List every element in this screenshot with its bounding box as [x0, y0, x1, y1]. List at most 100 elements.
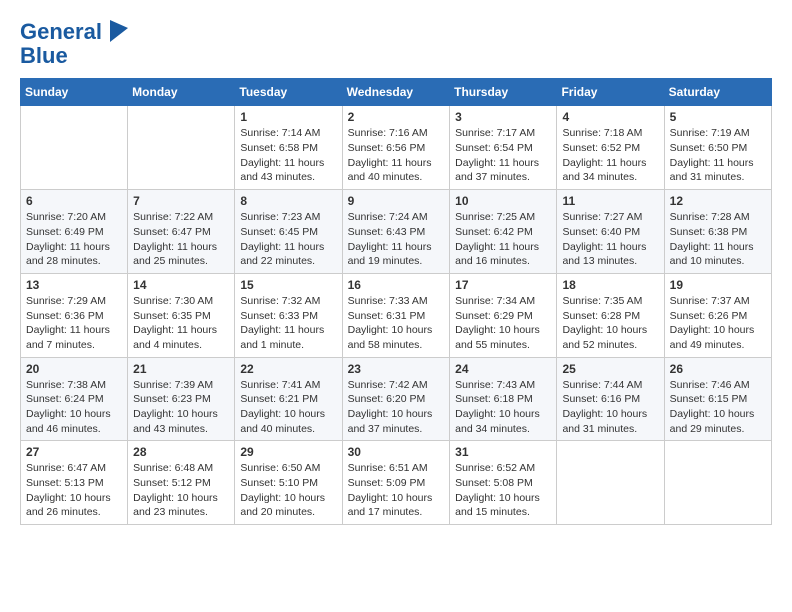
day-info: Sunrise: 7:33 AMSunset: 6:31 PMDaylight:…: [348, 294, 445, 353]
day-info: Sunrise: 7:14 AMSunset: 6:58 PMDaylight:…: [240, 126, 336, 185]
calendar-cell: 21 Sunrise: 7:39 AMSunset: 6:23 PMDayligh…: [128, 357, 235, 441]
logo-text: General Blue: [20, 20, 128, 68]
day-number: 2: [348, 110, 445, 124]
calendar-cell: 19 Sunrise: 7:37 AMSunset: 6:26 PMDayligh…: [664, 273, 771, 357]
calendar-cell: 1 Sunrise: 7:14 AMSunset: 6:58 PMDaylight…: [235, 106, 342, 190]
calendar-cell: 8 Sunrise: 7:23 AMSunset: 6:45 PMDaylight…: [235, 190, 342, 274]
day-number: 30: [348, 445, 445, 459]
day-info: Sunrise: 7:32 AMSunset: 6:33 PMDaylight:…: [240, 294, 336, 353]
weekday-header-monday: Monday: [128, 79, 235, 106]
day-info: Sunrise: 7:27 AMSunset: 6:40 PMDaylight:…: [562, 210, 658, 269]
calendar-cell: 11 Sunrise: 7:27 AMSunset: 6:40 PMDayligh…: [557, 190, 664, 274]
calendar-cell: 6 Sunrise: 7:20 AMSunset: 6:49 PMDaylight…: [21, 190, 128, 274]
calendar-cell: 18 Sunrise: 7:35 AMSunset: 6:28 PMDayligh…: [557, 273, 664, 357]
calendar-cell: [21, 106, 128, 190]
day-info: Sunrise: 7:44 AMSunset: 6:16 PMDaylight:…: [562, 378, 658, 437]
day-number: 26: [670, 362, 766, 376]
day-number: 13: [26, 278, 122, 292]
weekday-header-saturday: Saturday: [664, 79, 771, 106]
calendar-cell: 7 Sunrise: 7:22 AMSunset: 6:47 PMDaylight…: [128, 190, 235, 274]
day-info: Sunrise: 7:19 AMSunset: 6:50 PMDaylight:…: [670, 126, 766, 185]
calendar-cell: 4 Sunrise: 7:18 AMSunset: 6:52 PMDaylight…: [557, 106, 664, 190]
weekday-header-sunday: Sunday: [21, 79, 128, 106]
day-number: 7: [133, 194, 229, 208]
day-info: Sunrise: 7:39 AMSunset: 6:23 PMDaylight:…: [133, 378, 229, 437]
day-number: 3: [455, 110, 551, 124]
day-number: 23: [348, 362, 445, 376]
day-info: Sunrise: 7:23 AMSunset: 6:45 PMDaylight:…: [240, 210, 336, 269]
day-info: Sunrise: 7:46 AMSunset: 6:15 PMDaylight:…: [670, 378, 766, 437]
day-number: 21: [133, 362, 229, 376]
calendar-cell: 30 Sunrise: 6:51 AMSunset: 5:09 PMDayligh…: [342, 441, 450, 525]
day-number: 1: [240, 110, 336, 124]
calendar-table: SundayMondayTuesdayWednesdayThursdayFrid…: [20, 78, 772, 525]
calendar-cell: 16 Sunrise: 7:33 AMSunset: 6:31 PMDayligh…: [342, 273, 450, 357]
day-number: 16: [348, 278, 445, 292]
day-number: 4: [562, 110, 658, 124]
day-info: Sunrise: 6:51 AMSunset: 5:09 PMDaylight:…: [348, 461, 445, 520]
logo: General Blue: [20, 20, 128, 68]
calendar-cell: [128, 106, 235, 190]
day-info: Sunrise: 7:20 AMSunset: 6:49 PMDaylight:…: [26, 210, 122, 269]
day-number: 10: [455, 194, 551, 208]
day-number: 20: [26, 362, 122, 376]
day-number: 15: [240, 278, 336, 292]
calendar-cell: 10Sunrise: 7:25 AMSunset: 6:42 PMDayligh…: [450, 190, 557, 274]
calendar-cell: 9 Sunrise: 7:24 AMSunset: 6:43 PMDaylight…: [342, 190, 450, 274]
day-info: Sunrise: 6:47 AMSunset: 5:13 PMDaylight:…: [26, 461, 122, 520]
day-info: Sunrise: 6:48 AMSunset: 5:12 PMDaylight:…: [133, 461, 229, 520]
weekday-header-thursday: Thursday: [450, 79, 557, 106]
calendar-cell: 27 Sunrise: 6:47 AMSunset: 5:13 PMDayligh…: [21, 441, 128, 525]
calendar-cell: 22Sunrise: 7:41 AMSunset: 6:21 PMDayligh…: [235, 357, 342, 441]
calendar-cell: 20 Sunrise: 7:38 AMSunset: 6:24 PMDayligh…: [21, 357, 128, 441]
day-info: Sunrise: 7:24 AMSunset: 6:43 PMDaylight:…: [348, 210, 445, 269]
calendar-cell: [557, 441, 664, 525]
calendar-cell: 2Sunrise: 7:16 AMSunset: 6:56 PMDaylight…: [342, 106, 450, 190]
day-number: 9: [348, 194, 445, 208]
calendar-cell: 31 Sunrise: 6:52 AMSunset: 5:08 PMDayligh…: [450, 441, 557, 525]
day-info: Sunrise: 7:34 AMSunset: 6:29 PMDaylight:…: [455, 294, 551, 353]
day-number: 27: [26, 445, 122, 459]
day-number: 12: [670, 194, 766, 208]
day-info: Sunrise: 7:29 AMSunset: 6:36 PMDaylight:…: [26, 294, 122, 353]
day-info: Sunrise: 7:38 AMSunset: 6:24 PMDaylight:…: [26, 378, 122, 437]
day-info: Sunrise: 7:42 AMSunset: 6:20 PMDaylight:…: [348, 378, 445, 437]
calendar-cell: 26 Sunrise: 7:46 AMSunset: 6:15 PMDayligh…: [664, 357, 771, 441]
day-info: Sunrise: 6:52 AMSunset: 5:08 PMDaylight:…: [455, 461, 551, 520]
day-info: Sunrise: 6:50 AMSunset: 5:10 PMDaylight:…: [240, 461, 336, 520]
calendar-cell: 13 Sunrise: 7:29 AMSunset: 6:36 PMDayligh…: [21, 273, 128, 357]
weekday-header-friday: Friday: [557, 79, 664, 106]
day-info: Sunrise: 7:22 AMSunset: 6:47 PMDaylight:…: [133, 210, 229, 269]
day-number: 6: [26, 194, 122, 208]
day-info: Sunrise: 7:28 AMSunset: 6:38 PMDaylight:…: [670, 210, 766, 269]
day-number: 19: [670, 278, 766, 292]
day-info: Sunrise: 7:30 AMSunset: 6:35 PMDaylight:…: [133, 294, 229, 353]
day-number: 11: [562, 194, 658, 208]
calendar-cell: 23 Sunrise: 7:42 AMSunset: 6:20 PMDayligh…: [342, 357, 450, 441]
calendar-cell: 17 Sunrise: 7:34 AMSunset: 6:29 PMDayligh…: [450, 273, 557, 357]
day-info: Sunrise: 7:35 AMSunset: 6:28 PMDaylight:…: [562, 294, 658, 353]
day-number: 24: [455, 362, 551, 376]
day-number: 28: [133, 445, 229, 459]
calendar-cell: 24 Sunrise: 7:43 AMSunset: 6:18 PMDayligh…: [450, 357, 557, 441]
day-number: 8: [240, 194, 336, 208]
day-info: Sunrise: 7:43 AMSunset: 6:18 PMDaylight:…: [455, 378, 551, 437]
day-number: 22: [240, 362, 336, 376]
day-number: 18: [562, 278, 658, 292]
calendar-cell: [664, 441, 771, 525]
weekday-header-wednesday: Wednesday: [342, 79, 450, 106]
day-number: 31: [455, 445, 551, 459]
calendar-cell: 15 Sunrise: 7:32 AMSunset: 6:33 PMDayligh…: [235, 273, 342, 357]
day-number: 25: [562, 362, 658, 376]
day-number: 17: [455, 278, 551, 292]
day-info: Sunrise: 7:37 AMSunset: 6:26 PMDaylight:…: [670, 294, 766, 353]
day-info: Sunrise: 7:18 AMSunset: 6:52 PMDaylight:…: [562, 126, 658, 185]
calendar-cell: 14Sunrise: 7:30 AMSunset: 6:35 PMDayligh…: [128, 273, 235, 357]
calendar-cell: 28 Sunrise: 6:48 AMSunset: 5:12 PMDayligh…: [128, 441, 235, 525]
calendar-cell: 5Sunrise: 7:19 AMSunset: 6:50 PMDaylight…: [664, 106, 771, 190]
page-header: General Blue: [20, 20, 772, 68]
day-number: 29: [240, 445, 336, 459]
weekday-header-tuesday: Tuesday: [235, 79, 342, 106]
calendar-cell: 3 Sunrise: 7:17 AMSunset: 6:54 PMDaylight…: [450, 106, 557, 190]
day-info: Sunrise: 7:17 AMSunset: 6:54 PMDaylight:…: [455, 126, 551, 185]
